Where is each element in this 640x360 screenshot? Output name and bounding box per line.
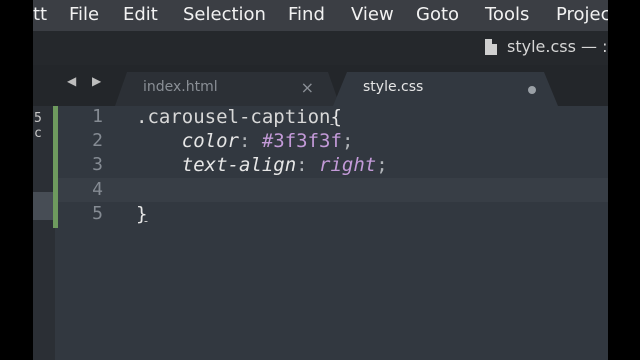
tab-label: style.css (363, 79, 424, 95)
tab-index-html[interactable]: index.html × (115, 72, 340, 106)
menu-bar: tt File Edit Selection Find View Goto To… (33, 0, 608, 31)
css-value: #3f3f3f (261, 130, 342, 152)
tab-bar: ◀ ▶ index.html × style.css (33, 65, 608, 106)
menu-item-tools[interactable]: Tools (485, 4, 529, 26)
colon: : (296, 154, 320, 176)
css-property: text-align (181, 154, 297, 176)
code-editor[interactable]: 5 c 1 2 3 4 5 .carousel-caption{ color: … (33, 106, 608, 360)
document-icon (485, 39, 497, 55)
tab-label: index.html (143, 79, 218, 95)
menu-item-edit[interactable]: Edit (123, 4, 158, 26)
menu-item-goto[interactable]: Goto (416, 4, 459, 26)
css-value: right (319, 154, 377, 176)
css-property: color (181, 130, 239, 152)
menu-item-view[interactable]: View (351, 4, 394, 26)
line-number: 5 (92, 203, 103, 224)
semicolon: ; (376, 154, 388, 176)
menu-item-file[interactable]: File (69, 4, 99, 26)
unsaved-dot-icon[interactable] (528, 86, 536, 94)
line-number: 1 (92, 106, 103, 127)
menu-item-sublime-text[interactable]: tt (33, 4, 47, 26)
tab-style-css[interactable]: style.css (333, 72, 558, 106)
current-line-highlight (58, 178, 608, 202)
open-brace: { (330, 106, 342, 128)
left-black-bar (0, 0, 33, 360)
code-line-2: color: #3f3f3f; (136, 130, 354, 152)
menu-item-selection[interactable]: Selection (183, 4, 266, 26)
line-number: 4 (92, 179, 103, 200)
line-number: 3 (92, 154, 103, 175)
window-title: style.css — : (507, 37, 608, 56)
right-black-bar (608, 0, 640, 360)
title-bar: style.css — : (33, 31, 608, 65)
close-brace: } (136, 203, 148, 225)
menu-item-find[interactable]: Find (288, 4, 325, 26)
code-line-3: text-align: right; (136, 154, 388, 176)
code-line-5: } (136, 203, 147, 225)
semicolon: ; (341, 130, 354, 152)
menu-item-project[interactable]: Projec (556, 4, 608, 26)
css-selector: .carousel-caption (136, 106, 331, 128)
colon: : (238, 130, 262, 152)
code-line-1: .carousel-caption{ (136, 106, 342, 128)
close-icon[interactable]: × (301, 78, 314, 97)
tab-nav-arrows-icon[interactable]: ◀ ▶ (67, 74, 107, 88)
line-number: 2 (92, 130, 103, 151)
